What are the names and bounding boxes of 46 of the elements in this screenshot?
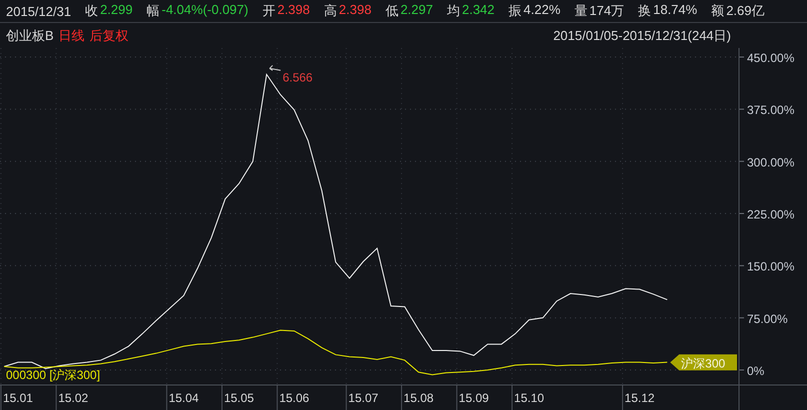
x-tick-label: 15.08: [404, 391, 434, 405]
field-label: 振: [508, 2, 522, 20]
y-tick-label: 225.00%: [747, 208, 794, 222]
field-value: 2.69亿: [726, 2, 765, 20]
field-value: 174万: [589, 2, 624, 20]
field-value: 2.299: [100, 2, 133, 19]
adjust-label[interactable]: 后复权: [90, 26, 129, 44]
y-tick-label: 150.00%: [747, 260, 794, 274]
x-tick-label: 15.12: [624, 391, 655, 405]
field-label: 额: [711, 2, 724, 20]
field-label: 低: [385, 2, 398, 20]
arrow-icon: [269, 64, 282, 71]
field-value: 2.398: [277, 2, 310, 19]
date-range: 2015/01/05-2015/12/31(244日): [553, 26, 731, 44]
field-label: 收: [85, 2, 98, 20]
y-tick-label: 300.00%: [747, 155, 794, 170]
x-tick-label: 15.07: [348, 391, 378, 405]
field-value: 2.297: [400, 2, 433, 19]
field-label: 换: [638, 2, 652, 20]
series-end-tag: 沪深300: [670, 354, 737, 370]
series-legend: 000300 [沪深300]: [6, 368, 100, 382]
y-tick-label: 375.00%: [747, 103, 794, 118]
field-value: 4.22%: [524, 2, 560, 19]
field-label: 均: [446, 2, 460, 20]
quote-date: 2015/12/31: [6, 4, 72, 18]
instrument-name: 创业板B: [6, 26, 54, 44]
field-label: 幅: [146, 2, 160, 20]
y-tick-label: 450.00%: [747, 51, 794, 66]
x-tick-label: 15.09: [458, 391, 489, 405]
x-tick-label: 15.05: [224, 391, 254, 405]
field-value: -4.04%(-0.097): [162, 2, 248, 19]
y-tick-label: 75.00%: [747, 312, 788, 326]
x-tick-label: 15.06: [279, 391, 310, 405]
field-value: 2.398: [338, 2, 372, 19]
field-label: 开: [262, 2, 276, 20]
x-tick-label: 15.01: [2, 391, 33, 405]
x-tick-label: 15.10: [514, 391, 544, 405]
y-tick-label: 0%: [747, 364, 764, 378]
peak-label: 6.566: [282, 70, 313, 84]
field-value: 2.342: [462, 2, 495, 19]
field-label: 量: [574, 2, 588, 20]
field-value: 18.74%: [653, 2, 698, 19]
x-tick-label: 15.04: [168, 391, 199, 405]
x-tick-label: 15.02: [58, 391, 88, 405]
period-label[interactable]: 日线: [58, 26, 85, 44]
field-label: 高: [324, 2, 337, 20]
